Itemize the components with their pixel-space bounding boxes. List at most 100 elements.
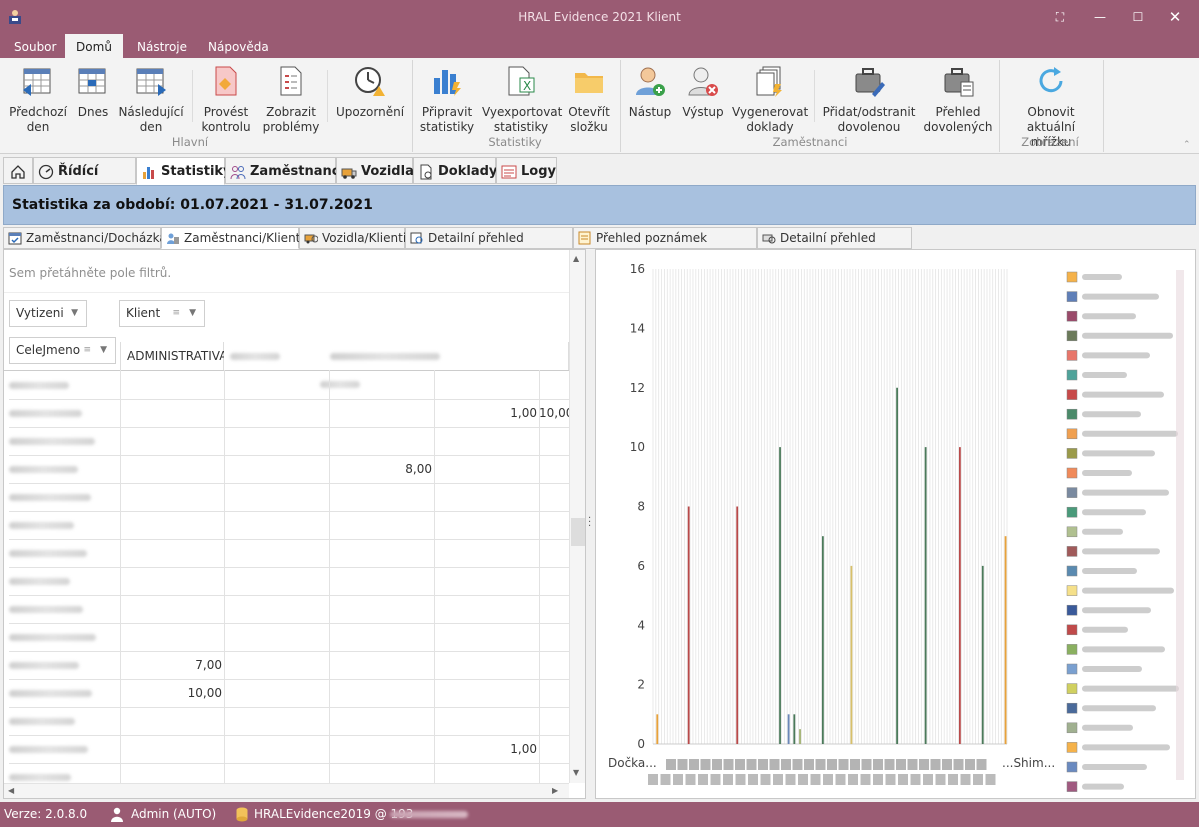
chart-bar[interactable] — [850, 565, 853, 744]
legend-swatch[interactable] — [1066, 428, 1078, 440]
tab-employees[interactable]: Zaměstnanci — [225, 157, 344, 184]
chart-bar[interactable] — [981, 565, 984, 744]
offboard-button[interactable]: Výstup — [680, 64, 726, 120]
row-header-redacted[interactable] — [9, 623, 96, 651]
minimize-button[interactable]: — — [1092, 9, 1108, 25]
chart-bar[interactable] — [924, 447, 927, 744]
row-header-redacted[interactable] — [9, 707, 75, 735]
ribbon-collapse-icon[interactable]: ⌃ — [1183, 140, 1191, 150]
legend-swatch[interactable] — [1066, 310, 1078, 322]
chart-bar[interactable] — [736, 506, 739, 745]
subtab-detail-attendance[interactable]: Detailní přehled docházky — [405, 227, 573, 265]
table-cell[interactable]: 10,00 — [539, 399, 573, 427]
tab-documents[interactable]: Doklady — [413, 157, 497, 184]
filter-dropdown-icon[interactable]: ▼ — [100, 338, 107, 363]
filter-dropdown-icon[interactable]: ▼ — [71, 301, 78, 326]
subtab-detail-vehicles[interactable]: Detailní přehled vozidel — [757, 227, 912, 265]
legend-swatch[interactable] — [1066, 722, 1078, 734]
chart-bar[interactable] — [821, 536, 824, 744]
legend-swatch[interactable] — [1066, 644, 1078, 655]
subtab-vehicles-clients[interactable]: Vozidla/Klienti — [299, 227, 406, 249]
row-header-redacted[interactable] — [9, 539, 87, 567]
prepare-stats-button[interactable]: Připravit statistiky — [418, 64, 476, 135]
chart-bar[interactable] — [793, 714, 796, 744]
table-cell[interactable]: 1,00 — [434, 735, 537, 763]
menu-napoveda[interactable]: Nápověda — [198, 34, 279, 58]
legend-swatch[interactable] — [1066, 604, 1078, 616]
table-cell[interactable]: 8,00 — [329, 455, 432, 483]
notifications-button[interactable]: Upozornění — [336, 64, 404, 120]
panel-splitter[interactable]: · · · — [586, 249, 595, 799]
legend-swatch[interactable] — [1066, 389, 1078, 400]
table-cell[interactable]: 1,00 — [434, 399, 537, 427]
legend-swatch[interactable] — [1066, 663, 1078, 675]
scroll-down-icon[interactable]: ▼ — [573, 768, 579, 777]
field-vytizeni[interactable]: Vytizeni ▼ — [9, 300, 87, 327]
chart-bar[interactable] — [1004, 536, 1007, 744]
legend-swatch[interactable] — [1066, 624, 1078, 636]
screen-icon[interactable]: ⛶ — [1052, 9, 1068, 25]
legend-swatch[interactable] — [1066, 487, 1078, 498]
generate-docs-button[interactable]: Vygenerovat doklady — [732, 64, 808, 135]
scroll-left-icon[interactable]: ◀ — [8, 786, 14, 795]
today-button[interactable]: Dnes — [72, 64, 114, 120]
row-header-redacted[interactable] — [9, 567, 70, 595]
run-check-button[interactable]: Provést kontrolu — [198, 64, 254, 135]
legend-swatch[interactable] — [1066, 585, 1078, 596]
legend-swatch[interactable] — [1066, 350, 1078, 361]
row-header-redacted[interactable] — [9, 651, 79, 679]
onboard-button[interactable]: Nástup — [626, 64, 674, 120]
row-header-redacted[interactable] — [9, 595, 83, 623]
legend-swatch[interactable] — [1066, 565, 1078, 577]
chart-bar[interactable] — [687, 506, 690, 745]
open-folder-button[interactable]: Otevřít složku — [564, 64, 614, 135]
row-header-redacted[interactable] — [9, 679, 92, 707]
table-cell[interactable]: 10,00 — [120, 679, 222, 707]
close-button[interactable]: ✕ — [1167, 9, 1183, 25]
legend-swatch[interactable] — [1066, 330, 1078, 342]
row-header-redacted[interactable] — [9, 511, 74, 539]
tab-statistics[interactable]: Statistiky — [136, 157, 232, 185]
legend-swatch[interactable] — [1066, 408, 1078, 420]
field-klient[interactable]: Klient ≡ ▼ — [119, 300, 205, 327]
legend-swatch[interactable] — [1066, 448, 1078, 459]
row-header-redacted[interactable] — [9, 399, 82, 427]
filter-dropdown-icon[interactable]: ▼ — [189, 301, 196, 326]
legend-swatch[interactable] — [1066, 702, 1078, 714]
legend-swatch[interactable] — [1066, 506, 1078, 518]
chart-bar[interactable] — [896, 387, 898, 744]
menu-domu[interactable]: Domů — [65, 34, 123, 58]
tab-logs[interactable]: Logy — [496, 157, 557, 184]
scroll-right-icon[interactable]: ▶ — [552, 786, 558, 795]
subtab-employees-clients[interactable]: Zaměstnanci/Klienti — [161, 227, 304, 249]
vertical-scrollbar[interactable]: ▲ ▼ — [569, 250, 585, 783]
horizontal-scrollbar[interactable]: ◀ ▶ — [4, 783, 569, 798]
row-header-redacted[interactable] — [9, 735, 88, 763]
chart-bar[interactable] — [799, 729, 801, 744]
row-header-redacted[interactable] — [9, 371, 69, 399]
legend-swatch[interactable] — [1066, 291, 1078, 302]
chart-bar[interactable] — [779, 447, 781, 744]
legend-swatch[interactable] — [1066, 683, 1078, 694]
add-remove-vacation-button[interactable]: Přidat/odstranit dovolenou — [822, 64, 916, 135]
tab-vehicles[interactable]: Vozidla — [336, 157, 414, 184]
legend-swatch[interactable] — [1066, 369, 1078, 381]
export-stats-button[interactable]: X Vyexportovat statistiky — [482, 64, 562, 135]
vacation-overview-button[interactable]: Přehled dovolených — [922, 64, 994, 135]
legend-swatch[interactable] — [1066, 271, 1078, 283]
scroll-up-icon[interactable]: ▲ — [573, 254, 579, 263]
column-header-administrativa[interactable]: ADMINISTRATIVA — [120, 342, 227, 370]
chart-bar[interactable] — [787, 714, 790, 744]
column-header-redacted[interactable] — [224, 342, 569, 388]
chart-bar[interactable] — [656, 714, 659, 744]
legend-swatch[interactable] — [1066, 526, 1078, 538]
chart-bar[interactable] — [958, 447, 961, 744]
field-celejmeno[interactable]: CeleJmeno ≡ ▼ — [9, 337, 116, 364]
subtab-attendance-notes[interactable]: Přehled poznámek docházky — [573, 227, 757, 265]
tab-dashboard[interactable]: Řídící panel — [33, 157, 136, 206]
legend-swatch[interactable] — [1066, 761, 1078, 773]
legend-swatch[interactable] — [1066, 467, 1078, 479]
legend-swatch[interactable] — [1066, 781, 1078, 792]
legend-swatch[interactable] — [1066, 742, 1078, 753]
next-day-button[interactable]: Následující den — [118, 64, 184, 135]
